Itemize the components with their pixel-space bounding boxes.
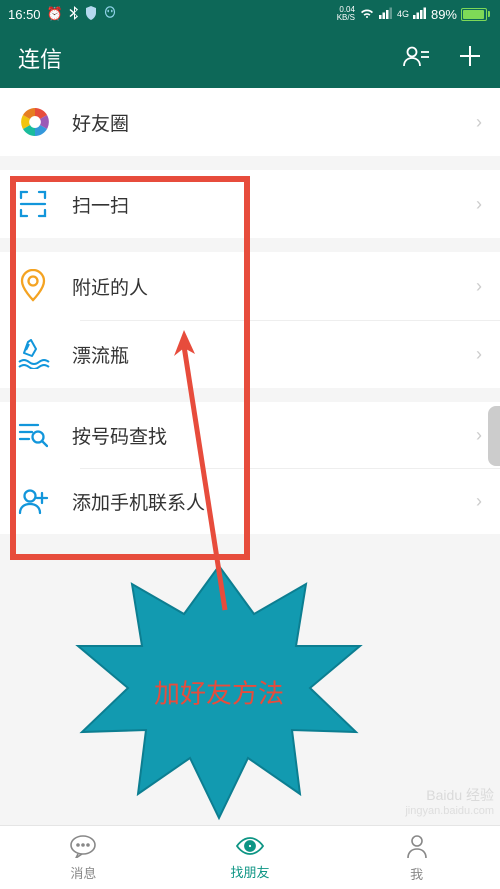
chevron-right-icon: › [476,425,482,446]
bluetooth-icon [69,6,79,23]
shield-icon [85,6,97,23]
contacts-icon[interactable] [402,44,430,73]
status-time: 16:50 [8,7,41,22]
row-label: 添加手机联系人 [64,488,476,515]
header: 连信 [0,28,500,88]
section-discover: 附近的人 › 漂流瓶 › [0,252,500,388]
side-handle[interactable] [488,406,500,466]
nav-messages[interactable]: 消息 [0,826,167,889]
row-drift-bottle[interactable]: 漂流瓶 › [0,320,500,388]
nav-me[interactable]: 我 [333,826,500,889]
nav-find-friends[interactable]: 找朋友 [167,826,334,889]
chevron-right-icon: › [476,491,482,512]
annotation-starburst: 加好友方法 [74,560,364,824]
nav-label: 找朋友 [231,862,270,881]
row-nearby[interactable]: 附近的人 › [0,252,500,320]
kbs-indicator: 0.04 KB/S [337,6,355,22]
circle-multicolor-icon [18,105,64,139]
section-add: 按号码查找 › 添加手机联系人 › [0,402,500,534]
row-label: 按号码查找 [64,422,476,449]
qq-icon [103,6,117,23]
wifi-icon [359,7,375,22]
status-bar: 16:50 ⏰ 0.04 KB/S 4G 89% [0,0,500,28]
eye-icon [235,835,265,860]
chevron-right-icon: › [476,194,482,215]
annotation-text: 加好友方法 [154,674,284,711]
status-left: 16:50 ⏰ [8,6,117,23]
header-title: 连信 [18,42,402,74]
search-list-icon [18,421,64,449]
battery-pct: 89% [431,7,457,22]
row-label: 扫一扫 [64,191,476,218]
section-moments: 好友圈 › [0,88,500,156]
status-right: 0.04 KB/S 4G 89% [337,6,490,22]
bottom-nav: 消息 找朋友 我 [0,825,500,889]
signal-icon-1 [379,7,393,22]
plus-icon[interactable] [458,44,482,73]
content: 好友圈 › 扫一扫 › 附近的人 › 漂流瓶 › [0,88,500,534]
row-add-contact[interactable]: 添加手机联系人 › [0,468,500,534]
pin-icon [18,269,64,303]
nav-label: 我 [410,864,423,883]
chevron-right-icon: › [476,276,482,297]
chevron-right-icon: › [476,112,482,133]
section-scan: 扫一扫 › [0,170,500,238]
row-label: 漂流瓶 [64,341,476,368]
add-contact-icon [18,487,64,515]
signal-icon-2 [413,7,427,22]
battery-icon [461,8,490,21]
messages-icon [69,834,97,861]
row-label: 好友圈 [64,109,476,136]
net-label: 4G [397,9,409,19]
row-label: 附近的人 [64,273,476,300]
scan-icon [18,189,64,219]
person-icon [405,833,429,862]
row-search-number[interactable]: 按号码查找 › [0,402,500,468]
watermark: Baidu 经验 jingyan.baidu.com [405,785,494,817]
bottle-icon [18,339,64,369]
nav-label: 消息 [70,863,96,882]
row-scan[interactable]: 扫一扫 › [0,170,500,238]
alarm-icon: ⏰ [47,6,63,22]
chevron-right-icon: › [476,344,482,365]
row-moments[interactable]: 好友圈 › [0,88,500,156]
